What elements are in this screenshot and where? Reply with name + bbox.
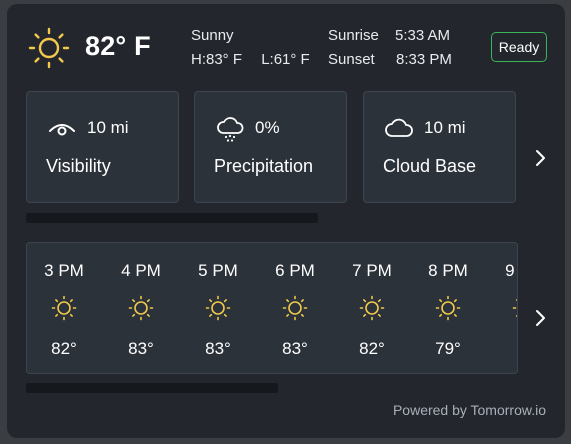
hourly-item: 9 PM 7 [495,243,517,373]
metric-tile-cloud-base[interactable]: 10 mi Cloud Base [363,91,516,203]
status-badge: Ready [491,32,547,62]
cloud-base-label: Cloud Base [383,156,477,176]
weather-condition: Sunny [191,27,234,44]
metrics-scrollbar[interactable] [26,213,318,223]
rain-cloud-icon [217,117,244,142]
eye-icon [49,124,75,136]
hourly-forecast: 3 PM 82° 4 PM 83° 5 PM 83° 6 PM 83° 7 PM… [26,242,518,374]
hour-time: 5 PM [198,261,238,280]
hour-temperature: 83° [205,339,231,358]
sun-icon [128,295,154,321]
hour-temperature: 82° [51,339,77,358]
sunset-label: Sunset [328,51,375,68]
current-temperature: 82° F [85,31,151,61]
chevron-right-icon[interactable] [533,308,547,328]
visibility-label: Visibility [46,156,111,176]
low-temperature: L:61° F [261,51,310,68]
sunset-time: 8:33 PM [396,51,452,68]
chevron-right-icon[interactable] [533,148,547,168]
hourly-item: 6 PM 83° [265,243,325,373]
hour-time: 8 PM [428,261,468,280]
sun-icon [205,295,231,321]
sun-icon [359,295,385,321]
metric-tile-precipitation[interactable]: 0% Precipitation [194,91,347,203]
sun-icon [282,295,308,321]
precipitation-value: 0% [255,118,280,137]
hour-time: 9 PM [505,261,517,280]
cloud-base-value: 10 mi [424,118,466,137]
sun-icon [51,295,77,321]
cloud-icon [385,118,413,137]
sun-icon [512,299,517,317]
hour-time: 6 PM [275,261,315,280]
hourly-item: 4 PM 83° [111,243,171,373]
hour-temperature: 79° [435,339,461,358]
hourly-item: 5 PM 83° [188,243,248,373]
sunrise-label: Sunrise [328,27,379,44]
weather-card: 82° F Sunny H:83° F L:61° F Sunrise 5:33… [7,4,565,438]
visibility-value: 10 mi [87,118,129,137]
hour-time: 3 PM [44,261,84,280]
sun-icon [435,295,461,321]
sun-icon [28,27,70,69]
hour-time: 4 PM [121,261,161,280]
hourly-item: 8 PM 79° [418,243,478,373]
hourly-scrollbar[interactable] [26,383,278,393]
hourly-item: 7 PM 82° [342,243,402,373]
metric-tile-visibility[interactable]: 10 mi Visibility [26,91,179,203]
high-low-temperatures: H:83° F L:61° F [191,51,310,68]
precipitation-label: Precipitation [214,156,314,176]
hour-temperature: 83° [282,339,308,358]
high-temperature: H:83° F [191,51,243,68]
hour-temperature: 82° [359,339,385,358]
powered-by-credit[interactable]: Powered by Tomorrow.io [393,402,546,418]
hourly-item: 3 PM 82° [34,243,94,373]
sunrise-time: 5:33 AM [395,27,451,44]
hour-time: 7 PM [352,261,392,280]
hour-temperature: 7 [495,339,517,359]
hour-temperature: 83° [128,339,154,358]
